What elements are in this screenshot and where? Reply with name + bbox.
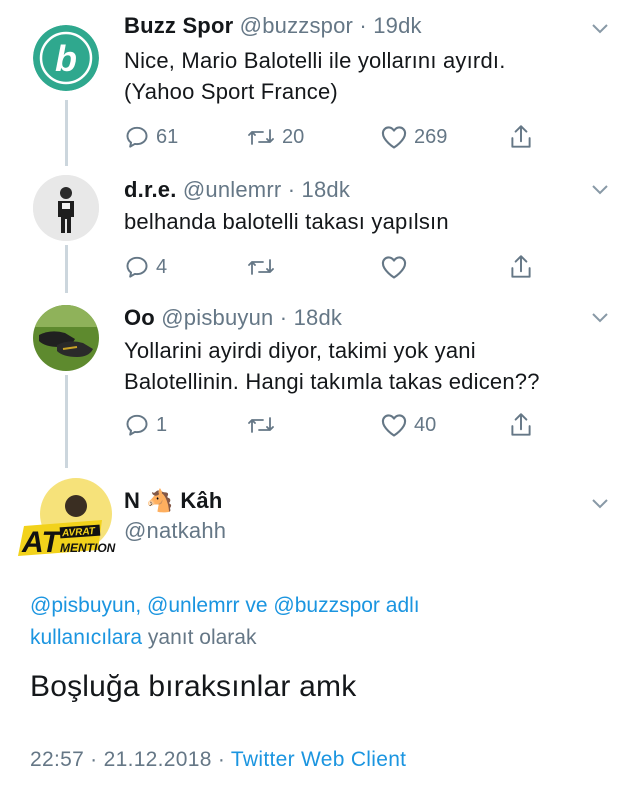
tweet-text-line: Yollarini ayirdi diyor, takimi yok yani [124,338,476,363]
handle[interactable]: @pisbuyun [161,305,273,330]
reply-button[interactable]: 61 [124,122,178,152]
tweet-text: Nice, Mario Balotelli ile yollarını ayır… [124,45,506,107]
share-button[interactable] [508,410,534,440]
avatar-buzzspor[interactable]: b [33,25,99,91]
chevron-down-icon[interactable] [591,312,609,324]
tweet-footer: 22:57 · 21.12.2018 · Twitter Web Client [30,748,406,772]
display-name[interactable]: d.r.e. [124,177,177,202]
reply-mentions[interactable]: @pisbuyun, @unlemrr ve @buzzspor adlı [30,590,590,622]
reply-icon [126,126,148,148]
tweet-actions: 4 [124,252,544,282]
football-boots-photo-icon [33,305,99,371]
reply-context: @pisbuyun, @unlemrr ve @buzzspor adlı ku… [30,590,590,654]
reply-icon [126,256,148,278]
share-icon [511,125,531,148]
separator: · [287,177,296,202]
separator: · [359,13,367,38]
main-tweet-handle[interactable]: @natkahh [124,518,226,544]
heart-icon [381,414,407,437]
reply-button[interactable]: 1 [124,410,167,440]
main-tweet-text: Boşluğa bıraksınlar amk [30,670,357,703]
tweet-text-line: (Yahoo Sport France) [124,79,338,104]
avatar-unlemrr[interactable] [33,175,99,241]
reply-icon [126,414,148,436]
handle[interactable]: @buzzspor [240,13,353,38]
retweet-button[interactable] [246,252,282,282]
reply-count: 4 [156,255,168,278]
person-photo-icon [33,175,99,241]
chevron-down-icon[interactable] [591,184,609,196]
tweet-actions: 61 20 269 [124,122,544,152]
retweet-button[interactable]: 20 [246,122,304,152]
avatar-natkahh[interactable]: AT AVRAT MENTION [16,476,120,560]
reply-count: 61 [156,125,179,148]
display-name[interactable]: Buzz Spor [124,13,233,38]
at-avrat-mention-logo-icon: AT AVRAT MENTION [18,478,116,559]
chevron-down-icon[interactable] [591,23,609,35]
retweet-button[interactable] [246,410,282,440]
svg-text:b: b [55,38,77,79]
tweet-text-line: belhanda balotelli takası yapılsın [124,209,449,234]
reply-button[interactable]: 4 [124,252,167,282]
like-button[interactable]: 40 [380,410,436,440]
reply-context-line: kullanıcılara yanıt olarak [30,622,590,654]
share-icon [511,255,531,278]
heart-icon [381,256,407,279]
like-button[interactable] [380,252,414,282]
share-icon [511,413,531,436]
retweet-icon [248,129,274,145]
reply-count: 1 [156,413,168,436]
chevron-down-icon[interactable] [591,498,609,510]
display-name-part: N [124,488,141,513]
tweet-1[interactable]: b Buzz Spor @buzzspor · 19dk Nice, Mario… [0,0,635,166]
separator: · [279,305,288,330]
horse-emoji-icon: 🐴 [146,489,174,514]
tweet-text: belhanda balotelli takası yapılsın [124,206,449,237]
reply-suffix: yanıt olarak [147,626,257,649]
handle[interactable]: @unlemrr [183,177,282,202]
thread-line [65,100,68,166]
timestamp[interactable]: 18dk [294,305,343,330]
svg-text:MENTION: MENTION [60,541,116,555]
tweet-header: Oo @pisbuyun · 18dk [124,305,342,331]
svg-text:AT: AT [21,526,62,559]
main-tweet-timestamp[interactable]: 22:57 · 21.12.2018 · [30,748,225,771]
retweet-icon [248,417,274,433]
display-name[interactable]: Oo [124,305,155,330]
share-button[interactable] [508,252,534,282]
reply-mentions-cont[interactable]: kullanıcılara [30,626,142,649]
share-button[interactable] [508,122,534,152]
tweet-text-line: Balotellinin. Hangi takımla takas edicen… [124,369,540,394]
tweet-2[interactable]: d.r.e. @unlemrr · 18dk belhanda balotell… [0,165,635,293]
tweet-actions: 1 40 [124,410,544,440]
tweet-header: d.r.e. @unlemrr · 18dk [124,177,350,203]
client-link[interactable]: Twitter Web Client [231,748,406,771]
retweet-icon [248,259,274,275]
heart-icon [381,126,407,149]
like-count: 269 [414,125,448,148]
main-tweet-name[interactable]: N 🐴 Kâh [124,488,222,514]
tweet-text-line: Nice, Mario Balotelli ile yollarını ayır… [124,48,506,73]
thread-line [65,245,68,293]
tweet-text: Yollarini ayirdi diyor, takimi yok yani … [124,335,540,397]
timestamp[interactable]: 19dk [373,13,422,38]
like-button[interactable]: 269 [380,122,447,152]
retweet-count: 20 [282,125,305,148]
like-count: 40 [414,413,437,436]
avatar-pisbuyun[interactable] [33,305,99,371]
tweet-header: Buzz Spor @buzzspor · 19dk [124,13,422,39]
buzz-spor-logo-icon: b [33,25,99,91]
display-name-part: Kâh [180,488,223,513]
tweet-3[interactable]: Oo @pisbuyun · 18dk Yollarini ayirdi diy… [0,293,635,468]
timestamp[interactable]: 18dk [302,177,351,202]
thread-line [65,375,68,468]
